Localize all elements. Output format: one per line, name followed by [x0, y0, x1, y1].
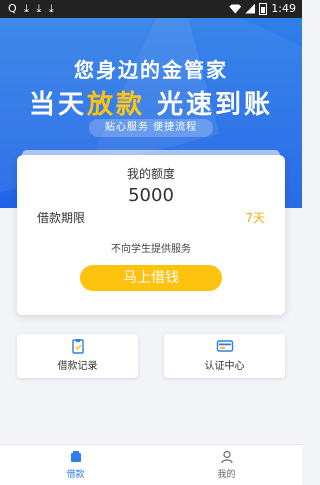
banner-subheadline-part3: 光速到账: [144, 90, 274, 120]
banner-subheadline: 当天放款 光速到账: [0, 84, 302, 121]
battery-icon: [259, 2, 268, 15]
person-icon: [220, 450, 233, 464]
banner-subheadline-highlight: 放款: [86, 90, 145, 120]
bottom-tab-bar: 借款 我的: [0, 444, 302, 485]
clipboard-check-icon: [71, 339, 84, 354]
tab-mine[interactable]: 我的: [151, 445, 302, 485]
student-notice: 不向学生提供服务: [111, 244, 191, 255]
borrow-now-button[interactable]: 马上借钱: [80, 265, 222, 291]
term-row: 借款期限 7天: [37, 209, 265, 226]
loan-card: 我的额度 5000 借款期限 7天 不向学生提供服务 马上借钱: [17, 155, 285, 315]
tile-verification-center[interactable]: 认证中心: [164, 334, 285, 378]
tab-borrow-label: 借款: [66, 470, 85, 480]
quota-label: 我的额度: [126, 167, 175, 181]
wifi-icon: [229, 4, 242, 14]
status-notification-icons: Q ⤓ ⤓ ⤓: [8, 2, 56, 15]
status-right: 1:49: [229, 2, 296, 15]
tile-loan-records[interactable]: 借款记录: [17, 334, 138, 378]
banner-subheadline-part1: 当天: [28, 90, 87, 120]
banner-headline: 您身边的金管家: [74, 58, 228, 82]
tile-verification-center-label: 认证中心: [204, 361, 245, 372]
signal-icon: [245, 3, 256, 14]
banner-tagline: 贴心服务 便捷流程: [89, 119, 213, 137]
term-label: 借款期限: [37, 211, 86, 225]
tile-loan-records-label: 借款记录: [57, 361, 98, 372]
status-time: 1:49: [271, 2, 296, 15]
tab-mine-label: 我的: [217, 470, 236, 480]
id-card-icon: [216, 340, 233, 352]
home-icon: [70, 451, 81, 462]
quota-value: 5000: [128, 185, 174, 206]
term-value[interactable]: 7天: [245, 209, 265, 226]
status-bar: Q ⤓ ⤓ ⤓ 1:49: [0, 0, 302, 18]
tab-borrow[interactable]: 借款: [0, 445, 151, 485]
